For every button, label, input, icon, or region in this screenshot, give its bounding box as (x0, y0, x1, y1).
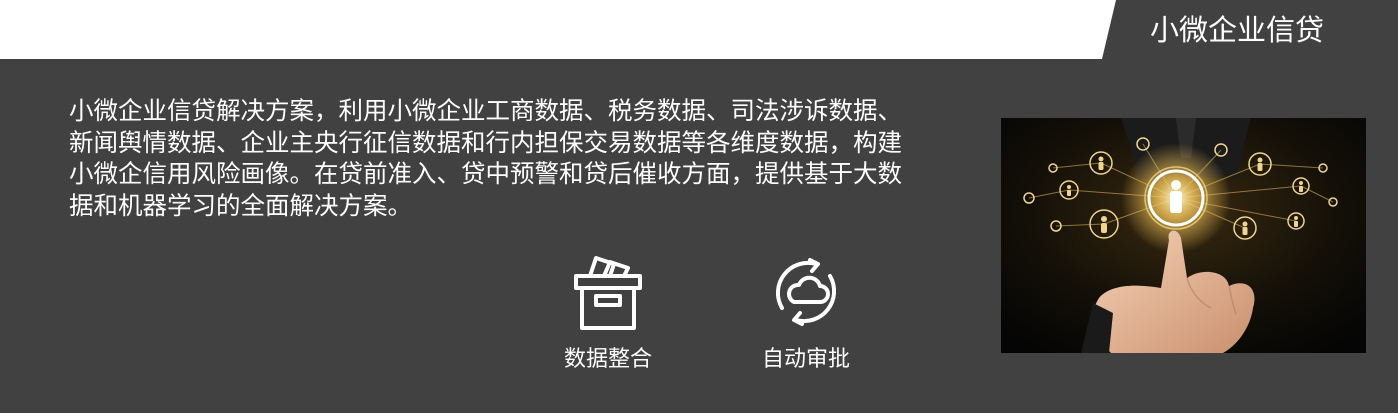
cloud-sync-icon (775, 258, 837, 326)
feature-label: 自动审批 (761, 347, 850, 372)
box-icon (574, 256, 642, 330)
feature-auto-approval: 自动审批 (736, 250, 876, 374)
section-title: 小微企业信贷 (1150, 13, 1325, 47)
feature-label: 数据整合 (563, 347, 652, 372)
feature-data-integration: 数据整合 (538, 250, 678, 374)
description-text: 小微企业信贷解决方案，利用小微企业工商数据、税务数据、司法涉诉数据、新闻舆情数据… (69, 96, 902, 220)
network-hand-image (1001, 118, 1366, 353)
